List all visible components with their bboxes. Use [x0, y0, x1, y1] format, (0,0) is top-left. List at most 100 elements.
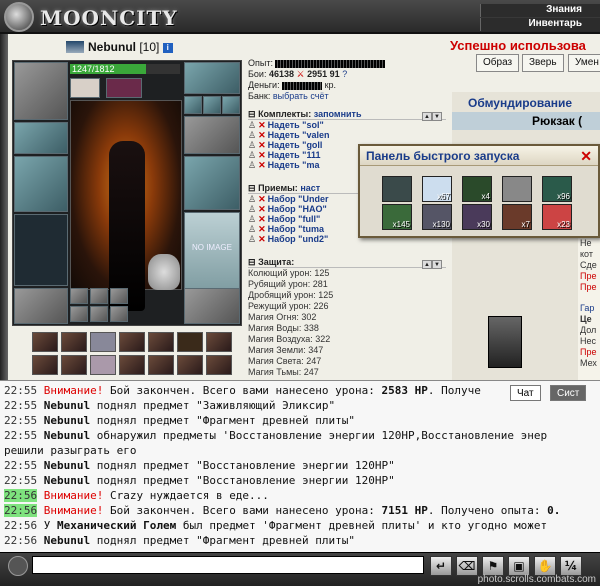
tab-chat[interactable]: Чат: [510, 385, 541, 401]
quick-slot[interactable]: [502, 176, 532, 202]
chat-timestamp[interactable]: 22:55: [4, 384, 37, 397]
translit-icon[interactable]: ¼: [560, 556, 582, 576]
belt-item[interactable]: [177, 332, 203, 352]
rune-slot-3[interactable]: [110, 288, 128, 304]
collapse-icon[interactable]: ⊟: [248, 183, 256, 193]
belt-item[interactable]: [119, 355, 145, 375]
chat-timestamp[interactable]: 22:55: [4, 414, 37, 427]
chat-timestamp[interactable]: 22:55: [4, 429, 37, 442]
rune-slot-5[interactable]: [90, 306, 108, 322]
quick-slot[interactable]: x96: [542, 176, 572, 202]
nav-inventory[interactable]: Инвентарь: [480, 18, 600, 31]
armor-slot[interactable]: [14, 214, 68, 286]
quick-slot[interactable]: [382, 176, 412, 202]
quick-slot[interactable]: x7: [502, 204, 532, 230]
person-icon[interactable]: ✋: [534, 556, 556, 576]
belt-item[interactable]: [206, 355, 232, 375]
chat-timestamp[interactable]: 22:56: [4, 489, 38, 502]
chat-text: . Получе: [427, 384, 481, 397]
chat-timestamp[interactable]: 22:56: [4, 504, 38, 517]
belt-item[interactable]: [148, 332, 174, 352]
chat-timestamp[interactable]: 22:56: [4, 519, 37, 532]
image-button[interactable]: Образ: [476, 54, 520, 72]
rune-slot-1[interactable]: [70, 288, 88, 304]
belt-item[interactable]: [90, 332, 116, 352]
scroll-down-icon[interactable]: ▼: [432, 112, 442, 121]
chat-timestamp[interactable]: 22:56: [4, 534, 37, 547]
side-text[interactable]: Гар: [580, 303, 600, 314]
set-item[interactable]: ♙ ✕ Надеть "sol": [248, 120, 446, 130]
setup-link[interactable]: наст: [300, 183, 320, 193]
help-icon[interactable]: ?: [342, 69, 347, 79]
earring-slot[interactable]: [184, 62, 240, 94]
scroll-up-icon[interactable]: ▲: [422, 260, 432, 269]
character-nick[interactable]: Nebunul: [88, 40, 136, 54]
rune-slot-4[interactable]: [70, 306, 88, 322]
collapse-icon[interactable]: ⊟: [248, 109, 256, 119]
chat-timestamp[interactable]: 22:55: [4, 474, 37, 487]
chat-input[interactable]: [32, 556, 424, 574]
collapse-icon[interactable]: ⊟: [248, 257, 256, 267]
quick-slot[interactable]: x130: [422, 204, 452, 230]
gloves-slot[interactable]: [184, 116, 240, 154]
belt-item[interactable]: [177, 355, 203, 375]
scroll-up-icon[interactable]: ▲: [422, 112, 432, 121]
belt-item[interactable]: [119, 332, 145, 352]
protection-scroll-buttons: ▲ ▼: [422, 257, 444, 269]
belt-item[interactable]: [148, 355, 174, 375]
pet-button[interactable]: Зверь: [522, 54, 564, 72]
ring-slot-3[interactable]: [222, 96, 240, 114]
rune-slot-2[interactable]: [90, 288, 108, 304]
belt-slot[interactable]: [14, 288, 68, 324]
quick-slot[interactable]: x67: [422, 176, 452, 202]
belt-item[interactable]: [32, 332, 58, 352]
clan-icon[interactable]: [66, 41, 84, 53]
side-text[interactable]: Пре: [580, 271, 600, 282]
belt-item[interactable]: [32, 355, 58, 375]
quick-slot[interactable]: x23: [542, 204, 572, 230]
close-icon[interactable]: ✕: [580, 148, 592, 165]
quick-slot[interactable]: x4: [462, 176, 492, 202]
rune-slot-6[interactable]: [110, 306, 128, 322]
belt-item[interactable]: [61, 355, 87, 375]
no-image-slot[interactable]: NO IMAGE: [184, 212, 240, 294]
chat-line: 22:55 Nebunul поднял предмет "Восстановл…: [4, 474, 395, 488]
bank-link[interactable]: выбрать счёт: [273, 91, 329, 101]
eraser-icon[interactable]: ⌫: [456, 556, 478, 576]
remember-link[interactable]: запомнить: [314, 109, 362, 119]
chat-timestamp[interactable]: 22:55: [4, 399, 37, 412]
buff-slot-2[interactable]: [106, 78, 142, 98]
send-icon[interactable]: ↵: [430, 556, 452, 576]
filter-icon[interactable]: ⚑: [482, 556, 504, 576]
nav-knowledge[interactable]: Знания: [480, 4, 600, 17]
ring-slot-1[interactable]: [184, 96, 202, 114]
equipment-tab[interactable]: Обмундирование: [468, 96, 572, 110]
tab-system[interactable]: Сист: [550, 385, 587, 401]
weapon-slot[interactable]: [14, 156, 68, 212]
skills-button[interactable]: Умен: [568, 54, 600, 72]
scroll-down-icon[interactable]: ▼: [432, 260, 442, 269]
side-text[interactable]: Пре: [580, 347, 600, 358]
belt-item[interactable]: [206, 332, 232, 352]
side-text[interactable]: Пре: [580, 282, 600, 293]
belt-item[interactable]: [90, 355, 116, 375]
helmet-slot[interactable]: [14, 62, 68, 120]
inventory-item-accordion[interactable]: [488, 316, 522, 368]
belt-item[interactable]: [61, 332, 87, 352]
offhand-slot[interactable]: [184, 156, 240, 210]
chat-bold-text: Nebunul: [43, 414, 91, 427]
smiley-icon[interactable]: [8, 556, 28, 576]
info-icon[interactable]: i: [162, 42, 173, 53]
set-item[interactable]: ♙ ✕ Надеть "valen: [248, 130, 446, 140]
save-icon[interactable]: ▣: [508, 556, 530, 576]
pet-image[interactable]: [148, 254, 180, 290]
boots-slot[interactable]: [184, 288, 240, 324]
quick-slot[interactable]: x30: [462, 204, 492, 230]
quick-slot[interactable]: x145: [382, 204, 412, 230]
buff-slot-1[interactable]: [70, 78, 100, 98]
chat-text: Crazy нуждается в еде...: [103, 489, 269, 502]
ring-slot-2[interactable]: [203, 96, 221, 114]
bracers-slot[interactable]: [14, 122, 68, 154]
chat-timestamp[interactable]: 22:55: [4, 459, 37, 472]
backpack-tab[interactable]: Рюкзак (: [452, 112, 600, 130]
